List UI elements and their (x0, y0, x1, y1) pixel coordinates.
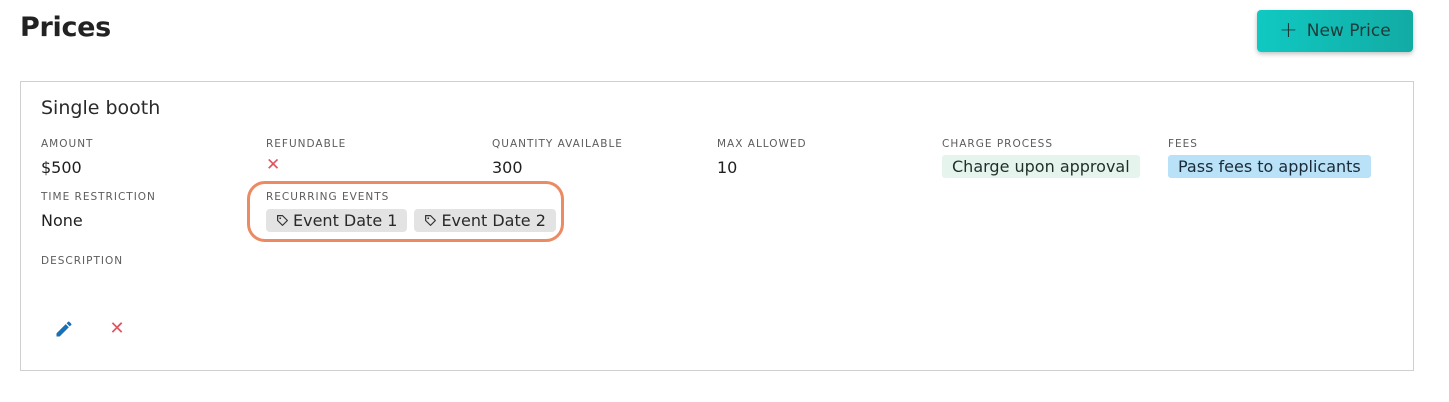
amount-label: AMOUNT (41, 138, 94, 150)
fees-field: FEES Pass fees to applicants (1168, 138, 1371, 178)
tag-icon (425, 215, 437, 226)
price-card: Single booth AMOUNT $500 REFUNDABLE ✕ QU… (20, 81, 1414, 371)
refundable-field: REFUNDABLE ✕ (266, 138, 346, 175)
fees-badge: Pass fees to applicants (1168, 155, 1371, 178)
close-icon: ✕ (266, 155, 281, 175)
refundable-label: REFUNDABLE (266, 138, 347, 150)
pencil-icon (56, 321, 72, 337)
quantity-available-field: QUANTITY AVAILABLE 300 (492, 138, 623, 177)
event-tag-label: Event Date 2 (441, 211, 546, 230)
amount-field: AMOUNT $500 (41, 138, 93, 177)
charge-process-field: CHARGE PROCESS Charge upon approval (942, 138, 1140, 178)
amount-value: $500 (41, 158, 82, 177)
recurring-events-label: RECURRING EVENTS (266, 191, 390, 203)
recurring-events-field: RECURRING EVENTS Event Date 1 Event Date… (266, 191, 556, 232)
time-restriction-label: TIME RESTRICTION (41, 191, 156, 203)
page-title: Prices (20, 12, 111, 43)
max-allowed-field: MAX ALLOWED 10 (717, 138, 807, 177)
max-allowed-label: MAX ALLOWED (717, 138, 807, 150)
time-restriction-value: None (41, 211, 83, 230)
quantity-available-value: 300 (492, 158, 523, 177)
delete-button[interactable]: ✕ (105, 317, 129, 341)
time-restriction-field: TIME RESTRICTION None (41, 191, 156, 230)
description-field: DESCRIPTION (41, 255, 123, 275)
new-price-label: New Price (1306, 21, 1391, 41)
tag-icon (277, 215, 288, 226)
new-price-button[interactable]: + New Price (1257, 10, 1413, 52)
description-label: DESCRIPTION (41, 255, 124, 267)
charge-process-label: CHARGE PROCESS (942, 138, 1054, 150)
edit-button[interactable] (52, 317, 76, 341)
plus-icon: + (1279, 18, 1298, 43)
event-tag: Event Date 1 (266, 209, 408, 232)
charge-process-badge: Charge upon approval (942, 155, 1140, 178)
event-tag: Event Date 2 (414, 209, 556, 232)
quantity-available-label: QUANTITY AVAILABLE (492, 138, 623, 150)
event-tag-label: Event Date 1 (293, 211, 398, 230)
fees-label: FEES (1168, 138, 1198, 150)
close-icon: ✕ (109, 318, 125, 339)
price-title: Single booth (41, 97, 161, 119)
max-allowed-value: 10 (717, 158, 738, 177)
